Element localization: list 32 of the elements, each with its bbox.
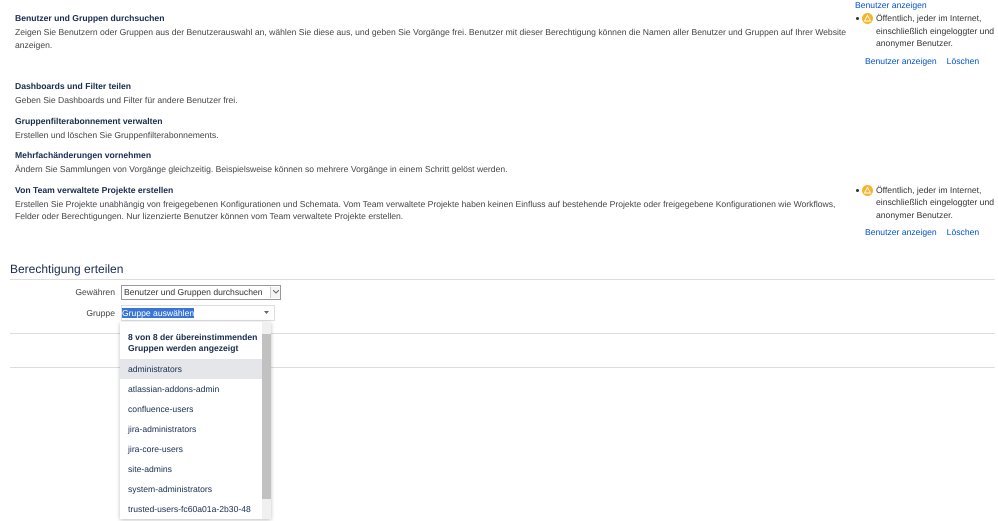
- caret-icon: [270, 286, 280, 298]
- grant-link[interactable]: Benutzer anzeigen: [865, 56, 937, 66]
- grant-description: Öffentlich, jeder im Internet, einschließlich eingeloggter und anonymer Benutzer.: [876, 12, 996, 50]
- field-label: Gewähren: [74, 287, 116, 297]
- permission-title: Gruppenfilterabonnement verwalten: [15, 114, 164, 128]
- bullet-icon: [856, 17, 859, 20]
- scrollbar[interactable]: [262, 322, 271, 519]
- permission-description: Erstellen Sie Projekte unabhängig von freigegebenen Konfigurationen und Schemata. Vom Team verwaltete Projekte haben keinen Einfluss auf bestehende Projekte oder freigegebene Konfigurationen wie Workflows, Felder oder Berechtigungen. Nur lizenzierte Benutzer können vom Team verwaltete Projekte erstellen.: [15, 198, 836, 222]
- permission-description: Erstellen und löschen Sie Gruppenfilterabonnements.: [15, 128, 220, 141]
- group-option[interactable]: administrators: [120, 359, 262, 379]
- grant-link[interactable]: Benutzer anzeigen: [865, 227, 937, 237]
- caret-icon: [264, 311, 269, 314]
- dropdown-header: 8 von 8 der übereinstimmenden Gruppen werden angezeigt: [127, 331, 258, 355]
- warning-icon: [862, 184, 873, 196]
- field-label: Gruppe: [85, 308, 116, 318]
- permission-title: Dashboards und Filter teilen: [15, 80, 132, 93]
- grant-link[interactable]: Löschen: [946, 56, 980, 66]
- grant-link[interactable]: Löschen: [946, 227, 980, 237]
- permission-description: Zeigen Sie Benutzern oder Gruppen aus der Benutzerauswahl an, wählen Sie diese aus, und geben Sie Vorgänge frei. Benutzer mit dieser Berechtigung können die Namen aller Benutzer und Gruppen auf Ihrer Website anzeigen.: [15, 26, 848, 51]
- permission-title: Von Team verwaltete Projekte erstellen: [15, 184, 174, 196]
- grant-select[interactable]: Benutzer und Gruppen durchsuchen: [121, 284, 281, 300]
- grant-description: Öffentlich, jeder im Internet, einschließlich eingeloggter und anonymer Benutzer.: [876, 184, 996, 221]
- permission-title: Benutzer und Gruppen durchsuchen: [15, 12, 166, 25]
- warning-icon: [862, 13, 873, 24]
- permission-description: Ändern Sie Sammlungen von Vorgänge gleichzeitig. Beispielsweise können so mehrere Vorgänge in einem Schritt gelöst werden.: [15, 163, 509, 176]
- bullet-icon: [856, 188, 859, 192]
- group-combo-field[interactable]: Gruppe auswählen: [121, 304, 275, 320]
- section-heading: Berechtigung erteilen: [10, 262, 124, 276]
- permission-description: Geben Sie Dashboards und Filter für andere Benutzer frei.: [15, 94, 239, 106]
- permission-title: Mehrfachänderungen vornehmen: [15, 149, 152, 162]
- group-option[interactable]: trusted-users-fc60a01a-2b30-48: [120, 499, 262, 519]
- show-users-link[interactable]: Benutzer anzeigen: [855, 0, 927, 10]
